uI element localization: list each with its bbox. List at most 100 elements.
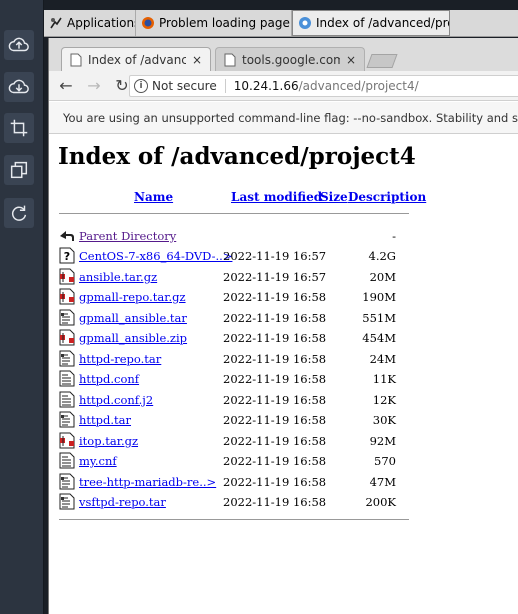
file-size: 20M (369, 269, 396, 284)
svg-text:?: ? (64, 250, 70, 263)
file-size: 11K (372, 372, 396, 386)
file-link[interactable]: my.cnf (79, 454, 117, 468)
file-link[interactable]: vsftpd-repo.tar (79, 495, 166, 509)
applications-icon (50, 17, 62, 29)
compressed-file-icon (59, 288, 75, 305)
taskbar-item-label: Index of /advanced/proje... (316, 16, 449, 30)
copy-icon[interactable] (4, 155, 34, 185)
file-modified: 2022-11-19 16:58 (223, 454, 327, 468)
taskbar-item-label: Problem loading page - ... (159, 16, 291, 30)
security-label: Not secure (152, 79, 226, 93)
file-size: 12K (372, 392, 396, 407)
file-row: gpmall_ansible.tar 2022-11-19 16:58 551M (59, 308, 419, 328)
file-link[interactable]: httpd.conf (79, 372, 139, 386)
back-arrow-icon (60, 231, 74, 241)
text-file-icon (59, 391, 75, 407)
file-size: 4.2G (368, 249, 396, 263)
file-size: 24M (369, 351, 396, 366)
tab-label: tools.google.com (242, 52, 340, 67)
file-link[interactable]: gpmall-repo.tar.gz (79, 290, 186, 304)
file-link[interactable]: itop.tar.gz (79, 434, 138, 448)
file-row: itop.tar.gz 2022-11-19 16:58 92M (59, 431, 419, 451)
taskbar-item-chrome[interactable]: Index of /advanced/proje... (292, 10, 450, 36)
file-row: httpd.conf.j2 2022-11-19 16:58 12K (59, 390, 419, 410)
page-content: Index of /advanced/project4 Name Last mo… (49, 135, 518, 614)
column-modified-header[interactable]: Last modified (231, 190, 322, 204)
file-link[interactable]: gpmall_ansible.tar (79, 311, 187, 325)
file-size: - (392, 229, 396, 243)
refresh-icon[interactable] (4, 198, 34, 228)
side-toolbar (0, 0, 44, 614)
file-link[interactable]: CentOS-7-x86_64-DVD-..> (79, 249, 232, 263)
infobar-message: You are using an unsupported command-lin… (63, 110, 518, 125)
file-row: gpmall_ansible.zip 2022-11-19 16:58 454M (59, 328, 419, 348)
taskbar: Applications Problem loading page - ... … (44, 10, 518, 37)
tab-strip: Index of /advanced/p × tools.google.com … (49, 38, 518, 71)
column-description-header[interactable]: Description (348, 190, 426, 204)
compressed-file-icon (59, 432, 75, 448)
tab-close-button[interactable]: × (192, 53, 202, 67)
url-host: 10.24.1.66 (233, 79, 299, 93)
file-size: 92M (369, 433, 396, 448)
file-link[interactable]: ansible.tar.gz (79, 270, 157, 284)
file-modified: 2022-11-19 16:58 (223, 413, 327, 427)
file-link[interactable]: gpmall_ansible.zip (79, 331, 187, 345)
file-modified: 2022-11-19 16:58 (223, 351, 327, 366)
file-size: 47M (369, 474, 396, 489)
file-link[interactable]: tree-http-mariadb-re..> (79, 475, 216, 489)
info-icon[interactable]: i (134, 79, 148, 93)
chromium-icon (299, 17, 311, 29)
warning-infobar: You are using an unsupported command-lin… (49, 102, 518, 134)
page-title: Index of /advanced/project4 (58, 143, 416, 170)
browser-window: Index of /advanced/p × tools.google.com … (48, 38, 518, 614)
tab-index[interactable]: Index of /advanced/p × (61, 47, 211, 71)
back-button[interactable]: ← (55, 75, 77, 97)
file-modified: 2022-11-19 16:57 (223, 249, 327, 263)
tab-close-button[interactable]: × (346, 53, 356, 67)
page-icon (70, 53, 82, 66)
unknown-file-icon: ? (59, 247, 75, 264)
header-divider (59, 213, 409, 214)
tab-tools-google[interactable]: tools.google.com × (215, 47, 365, 71)
cloud-download-icon[interactable] (4, 72, 34, 102)
file-link[interactable]: httpd.tar (79, 413, 131, 427)
url-path: /advanced/project4/ (298, 79, 419, 93)
page-icon (224, 53, 236, 66)
tab-label: Index of /advanced/p (88, 52, 186, 67)
text-file-icon (59, 452, 75, 469)
forward-button[interactable]: → (83, 75, 105, 97)
file-size: 30K (372, 413, 396, 427)
navigation-bar: ← → ↻ i Not secure 10.24.1.66/advanced/p… (49, 71, 518, 101)
file-modified: 2022-11-19 16:58 (223, 392, 327, 407)
file-row: my.cnf 2022-11-19 16:58 570 (59, 451, 419, 471)
file-row: gpmall-repo.tar.gz 2022-11-19 16:58 190M (59, 287, 419, 307)
taskbar-item-firefox[interactable]: Problem loading page - ... (136, 10, 292, 36)
address-bar[interactable]: i Not secure 10.24.1.66/advanced/project… (129, 75, 518, 97)
file-link[interactable]: httpd-repo.tar (79, 352, 161, 366)
file-modified: 2022-11-19 16:58 (223, 310, 327, 325)
parent-directory-link[interactable]: Parent Directory (79, 229, 176, 243)
file-modified: 2022-11-19 16:58 (223, 474, 327, 489)
cloud-upload-icon[interactable] (4, 30, 34, 60)
applications-menu[interactable]: Applications (44, 10, 136, 36)
compressed-file-icon (59, 268, 75, 284)
file-size: 200K (365, 495, 396, 509)
column-size-header[interactable]: Size (320, 190, 348, 204)
file-modified: 2022-11-19 16:58 (223, 433, 327, 448)
crop-icon[interactable] (4, 113, 34, 143)
file-size: 551M (362, 310, 396, 325)
file-modified: 2022-11-19 16:58 (223, 372, 327, 386)
binary-file-icon (59, 493, 75, 510)
file-row: tree-http-mariadb-re..> 2022-11-19 16:58 4… (59, 472, 419, 492)
new-tab-button[interactable] (366, 54, 398, 68)
file-modified: 2022-11-19 16:58 (223, 290, 327, 304)
file-modified: 2022-11-19 16:57 (223, 269, 327, 284)
file-row: vsftpd-repo.tar 2022-11-19 16:58 200K (59, 492, 419, 512)
file-size: 454M (362, 331, 396, 345)
file-link[interactable]: httpd.conf.j2 (79, 393, 153, 407)
firefox-icon (142, 17, 154, 29)
file-row: httpd.tar 2022-11-19 16:58 30K (59, 410, 419, 430)
file-size: 570 (374, 454, 396, 468)
column-name-header[interactable]: Name (134, 190, 173, 204)
parent-directory-row: Parent Directory - (59, 226, 419, 246)
